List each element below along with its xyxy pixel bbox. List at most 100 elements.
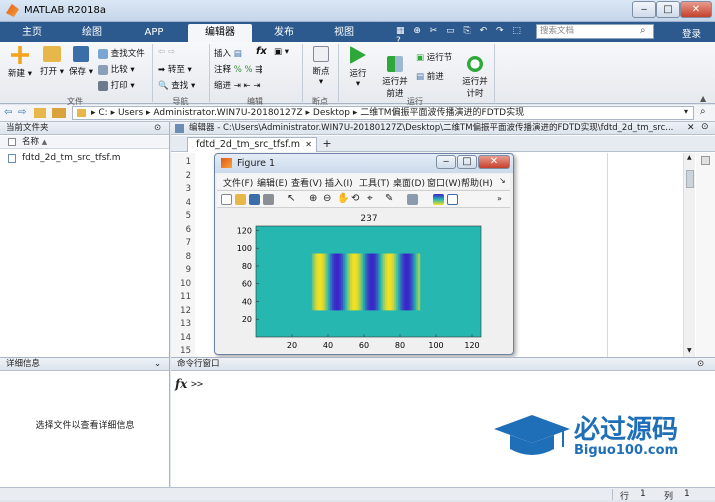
editor-tabstrip: fdtd_2d_tm_src_tfsf.m ✕ +	[171, 136, 715, 152]
scroll-up-icon[interactable]: ▲	[687, 154, 692, 161]
menu-edit[interactable]: 编辑(E)	[257, 176, 288, 189]
menu-window[interactable]: 窗口(W)	[427, 176, 461, 189]
menu-insert[interactable]: 插入(I)	[325, 176, 353, 189]
quick-access-icons[interactable]: ▦ ⊕ ✂ ▭ ⎘ ↶ ↷ ⬚ ?	[396, 26, 530, 46]
tab-plots[interactable]: 绘图	[62, 24, 122, 42]
format-dropdown[interactable]: ▣ ▾	[274, 47, 289, 57]
panel-menu-icon[interactable]: ⊙	[154, 122, 161, 135]
print-button[interactable]: 打印 ▾	[98, 79, 135, 91]
details-empty-message: 选择文件以查看详细信息	[35, 421, 135, 431]
up-folder-icon[interactable]	[34, 108, 46, 118]
command-prompt[interactable]: >>	[191, 379, 203, 390]
line-number: 5	[185, 211, 191, 221]
link-icon[interactable]	[407, 194, 418, 205]
path-part[interactable]: 二维TM偏振平面波传播演进的FDTD实现	[360, 108, 524, 118]
path-part[interactable]: Administrator.WIN7U-20180127Z	[153, 108, 302, 118]
column-header[interactable]: 名称 ▲	[0, 136, 169, 149]
search-input[interactable]: 搜索文档	[536, 24, 654, 39]
tab-editor[interactable]: 编辑器	[188, 24, 252, 42]
figure-minimize-button[interactable]: ‒	[436, 155, 456, 169]
menu-file[interactable]: 文件(F)	[223, 176, 253, 189]
analyzer-status-icon[interactable]	[701, 156, 710, 165]
run-time-button[interactable]: 运行并 计时	[458, 46, 492, 99]
save-button[interactable]: 保存 ▾	[68, 46, 94, 77]
comment-button[interactable]: 注释 % % ⇶	[214, 63, 262, 75]
new-tab-button[interactable]: +	[319, 137, 335, 151]
find-button[interactable]: 🔍 查找 ▾	[158, 79, 195, 91]
search-icon[interactable]: ⌕	[640, 25, 646, 36]
insert-button[interactable]: 插入 ▤	[214, 47, 242, 59]
collapse-toolstrip-icon[interactable]: ▲	[700, 94, 706, 103]
compare-button[interactable]: 比较 ▾	[98, 63, 135, 75]
editor-file-tab[interactable]: fdtd_2d_tm_src_tfsf.m ✕	[187, 137, 317, 152]
divider	[338, 44, 339, 102]
tab-apps[interactable]: APP	[126, 24, 182, 42]
insert-label: 插入	[214, 49, 232, 59]
search-folder-icon[interactable]: ⌕	[700, 106, 706, 117]
login-link[interactable]: 登录	[682, 26, 701, 40]
file-item[interactable]: fdtd_2d_tm_src_tfsf.m	[0, 152, 169, 165]
find-files-button[interactable]: 查找文件	[98, 47, 145, 59]
menu-tools[interactable]: 工具(T)	[359, 176, 390, 189]
forward-icon[interactable]: ⇨	[18, 107, 26, 118]
browse-folder-icon[interactable]	[52, 108, 66, 118]
chevron-down-icon[interactable]: ▾	[684, 107, 688, 116]
goto-button[interactable]: ➡ 转至 ▾	[158, 63, 192, 75]
print-icon[interactable]	[263, 194, 274, 205]
fx-icon[interactable]: fx	[175, 377, 187, 391]
save-icon[interactable]	[249, 194, 260, 205]
breakpoints-button[interactable]: 断点 ▾	[308, 46, 334, 87]
indent-button[interactable]: 缩进 ⇥ ⇤ ⇥	[214, 79, 261, 91]
zoom-in-icon[interactable]: ⊕	[309, 194, 320, 205]
fx-button[interactable]: fx	[256, 46, 267, 57]
scroll-thumb[interactable]	[686, 170, 694, 188]
new-figure-icon[interactable]	[221, 194, 232, 205]
scroll-down-icon[interactable]: ▼	[687, 347, 692, 354]
brush-icon[interactable]: ✎	[385, 194, 396, 205]
minimize-button[interactable]: ‒	[632, 1, 656, 18]
panel-menu-icon[interactable]: ⊙	[701, 122, 709, 132]
path-part[interactable]: Users	[118, 108, 143, 118]
menu-help[interactable]: 帮助(H)	[461, 176, 493, 189]
path-part[interactable]: Desktop	[313, 108, 350, 118]
colorbar-icon[interactable]	[433, 194, 444, 205]
tab-publish[interactable]: 发布	[256, 24, 312, 42]
nav-arrows[interactable]: ⇦ ⇨	[158, 47, 175, 57]
tab-view[interactable]: 视图	[316, 24, 372, 42]
maximize-button[interactable]: □	[656, 1, 680, 18]
data-cursor-icon[interactable]: ⌖	[367, 194, 378, 205]
open-button[interactable]: 打开 ▾	[38, 46, 66, 77]
back-icon[interactable]: ⇦	[4, 107, 12, 118]
path-field[interactable]: ▸ C: ▸ Users ▸ Administrator.WIN7U-20180…	[72, 106, 694, 120]
vertical-scrollbar[interactable]: ▲ ▼	[683, 153, 695, 357]
rotate-icon[interactable]: ⟲	[351, 194, 362, 205]
status-bar: 行 1 列 1	[0, 487, 715, 502]
close-tab-icon[interactable]: ✕	[305, 138, 312, 151]
checkbox-icon[interactable]	[8, 138, 16, 146]
figure-maximize-button[interactable]: □	[457, 155, 477, 169]
legend-icon[interactable]	[447, 194, 458, 205]
line-number: 12	[180, 305, 191, 316]
run-button[interactable]: 运行 ▾	[344, 46, 372, 89]
close-button[interactable]: ✕	[680, 1, 712, 18]
new-button[interactable]: 新建 ▾	[6, 46, 34, 79]
advance-button[interactable]: ▤ 前进	[416, 70, 444, 82]
chevron-down-icon[interactable]: ⌄	[154, 358, 161, 371]
close-icon[interactable]: ✕	[687, 123, 695, 133]
window-title: MATLAB R2018a	[24, 5, 107, 16]
menu-view[interactable]: 查看(V)	[291, 176, 322, 189]
open-icon[interactable]	[235, 194, 246, 205]
tab-home[interactable]: 主页	[6, 24, 58, 42]
menu-overflow-icon[interactable]: ↘	[499, 176, 506, 185]
run-section-button[interactable]: ▣ 运行节	[416, 51, 452, 63]
zoom-out-icon[interactable]: ⊖	[323, 194, 334, 205]
toolbar-overflow-icon[interactable]: »	[497, 194, 508, 205]
run-advance-button[interactable]: 运行并 前进	[378, 46, 412, 99]
menu-desktop[interactable]: 桌面(D)	[393, 176, 425, 189]
pointer-icon[interactable]: ↖	[287, 194, 298, 205]
panel-menu-icon[interactable]: ⊙	[697, 358, 704, 371]
figure-close-button[interactable]: ✕	[478, 155, 510, 169]
path-part[interactable]: C:	[98, 108, 107, 118]
pan-icon[interactable]: ✋	[337, 194, 349, 205]
plot-area[interactable]: 237 120 100 80 60 40 20 20 40 60 80 100 120	[217, 210, 511, 352]
